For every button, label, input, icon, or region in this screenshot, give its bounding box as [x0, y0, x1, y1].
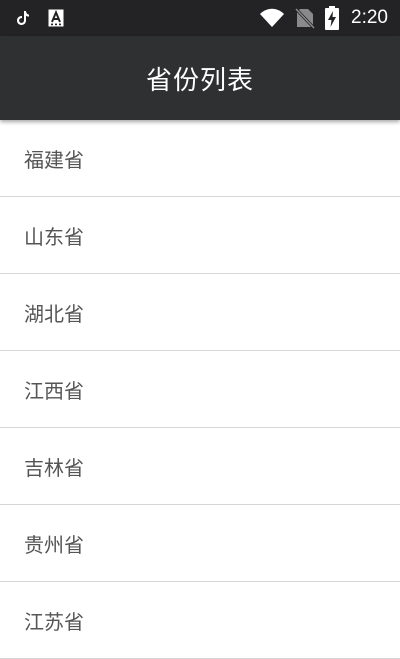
list-item-hubei[interactable]: 湖北省 [0, 274, 400, 351]
list-item-label: 贵州省 [24, 532, 84, 557]
list-item-label: 山东省 [24, 224, 84, 249]
list-item-label: 湖北省 [24, 301, 84, 326]
status-left [16, 0, 64, 36]
list-item-jiangxi[interactable]: 江西省 [0, 351, 400, 428]
list-item-guizhou[interactable]: 贵州省 [0, 505, 400, 582]
province-list: 福建省 山东省 湖北省 江西省 吉林省 贵州省 江苏省 [0, 120, 400, 659]
list-item-jilin[interactable]: 吉林省 [0, 428, 400, 505]
list-item-label: 吉林省 [24, 455, 84, 480]
status-right: 2:20 [259, 0, 388, 36]
list-item-label: 江西省 [24, 378, 84, 403]
text-a-icon [48, 9, 64, 27]
app-bar: 省份列表 [0, 36, 400, 120]
battery-charging-icon [325, 6, 340, 30]
list-item-jiangsu[interactable]: 江苏省 [0, 582, 400, 659]
status-bar: 2:20 [0, 0, 400, 36]
list-item-label: 福建省 [24, 147, 84, 172]
page-title: 省份列表 [145, 65, 254, 96]
list-item-fujian[interactable]: 福建省 [0, 120, 400, 197]
wifi-icon [259, 8, 285, 28]
list-item-shandong[interactable]: 山东省 [0, 197, 400, 274]
list-item-label: 江苏省 [24, 609, 84, 634]
tiktok-icon [16, 10, 30, 26]
status-clock: 2:20 [351, 7, 388, 28]
no-sim-icon [295, 7, 316, 29]
